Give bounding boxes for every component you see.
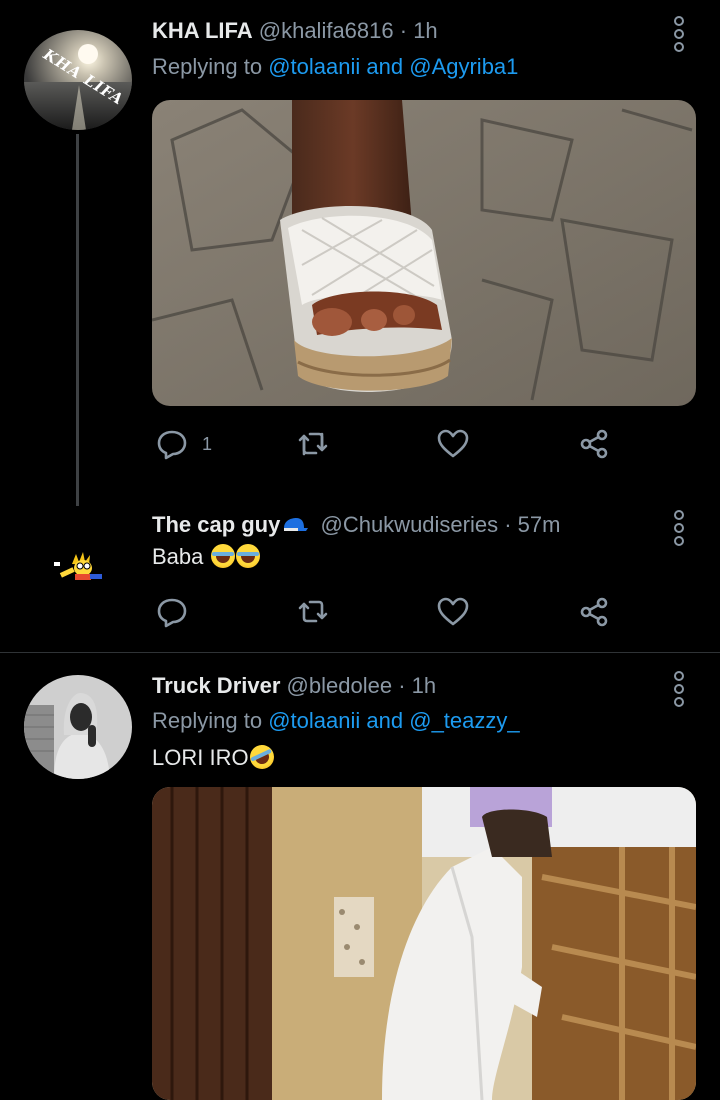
more-icon[interactable] — [672, 510, 686, 549]
tweet-header: KHA LIFA @khalifa6816 · 1h — [152, 18, 438, 44]
tweet-capguy[interactable]: The cap guy @Chukwudiseries · 57m Baba — [0, 500, 720, 650]
tweet-text-content: LORI IRO — [152, 745, 249, 770]
author-handle[interactable]: @bledolee — [287, 673, 393, 698]
laughing-emoji-icon — [235, 544, 260, 568]
rofl-emoji-icon — [245, 741, 278, 773]
mention-link[interactable]: @_teazzy_ — [409, 708, 519, 733]
retweet-button[interactable] — [296, 424, 330, 464]
share-button[interactable] — [578, 592, 610, 632]
tweet-text: LORI IRO — [152, 741, 278, 773]
retweet-icon — [298, 600, 328, 623]
tweet-text: Baba — [152, 544, 260, 570]
mention-link[interactable]: @Agyriba1 — [409, 54, 518, 79]
tweet-media-photo[interactable] — [152, 100, 696, 406]
author-name[interactable]: KHA LIFA — [152, 18, 253, 43]
author-name[interactable]: The cap guy — [152, 512, 280, 537]
like-button[interactable] — [436, 592, 470, 632]
thread-line — [76, 134, 79, 506]
tweet-time[interactable]: · 1h — [398, 673, 436, 698]
reply-count: 1 — [202, 433, 213, 454]
share-button[interactable] — [578, 424, 610, 464]
avatar-capguy[interactable] — [50, 550, 106, 584]
like-button[interactable] — [436, 424, 470, 464]
mention-and[interactable]: and — [366, 708, 403, 733]
tweet-time[interactable]: · 57m — [504, 512, 560, 537]
replying-to: Replying to @tolaanii and @Agyriba1 — [152, 54, 518, 80]
retweet-button[interactable] — [296, 592, 330, 632]
replying-to: Replying to @tolaanii and @_teazzy_ — [152, 708, 520, 734]
tweet-media-photo[interactable] — [152, 787, 696, 1100]
author-handle[interactable]: @Chukwudiseries — [320, 512, 498, 537]
tweet-truckdriver[interactable]: Truck Driver @bledolee · 1h Replying to … — [0, 653, 720, 1100]
tweet-khalifa[interactable]: KHA LIFA KHA LIFA @khalifa6816 · 1h Repl… — [0, 0, 720, 506]
avatar-truckdriver[interactable] — [24, 675, 132, 779]
reply-button[interactable] — [156, 592, 188, 632]
replying-prefix: Replying to — [152, 708, 263, 733]
laughing-emoji-icon — [210, 544, 235, 568]
mention-link[interactable]: @tolaanii — [268, 54, 360, 79]
reply-icon — [157, 430, 187, 460]
reply-button[interactable]: 1 — [156, 424, 212, 464]
tweet-header: Truck Driver @bledolee · 1h — [152, 673, 436, 699]
tweet-actions: 1 — [152, 424, 632, 464]
avatar-khalifa[interactable]: KHA LIFA — [24, 30, 132, 130]
share-icon — [580, 429, 608, 459]
tweet-actions — [152, 592, 632, 632]
retweet-icon — [298, 432, 328, 456]
mention-and[interactable]: and — [366, 54, 403, 79]
more-icon[interactable] — [672, 16, 686, 55]
author-handle[interactable]: @khalifa6816 — [259, 18, 394, 43]
cap-emoji-icon — [284, 518, 309, 531]
mention-link[interactable]: @tolaanii — [268, 708, 360, 733]
replying-prefix: Replying to — [152, 54, 263, 79]
author-name[interactable]: Truck Driver — [152, 673, 280, 698]
like-icon — [437, 597, 469, 626]
tweet-text-content: Baba — [152, 544, 204, 569]
more-icon[interactable] — [672, 671, 686, 710]
reply-icon — [157, 598, 187, 628]
tweet-time[interactable]: · 1h — [400, 18, 438, 43]
share-icon — [580, 597, 608, 627]
tweet-header: The cap guy @Chukwudiseries · 57m — [152, 512, 560, 538]
like-icon — [437, 429, 469, 458]
